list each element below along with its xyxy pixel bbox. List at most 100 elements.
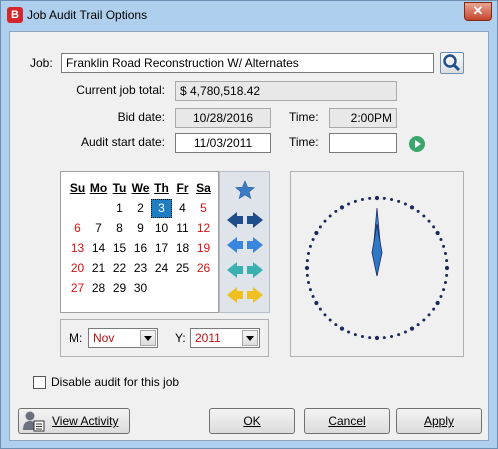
clock-tick (422, 318, 426, 322)
calendar-day[interactable]: 6 (67, 219, 88, 238)
calendar-day[interactable]: 21 (88, 259, 109, 278)
audit-start-date-label: Audit start date: (80, 135, 165, 149)
clock-tick (374, 195, 380, 201)
clock-tick (347, 330, 351, 334)
clock-tick (307, 281, 311, 285)
dialog-body: Job: Franklin Road Reconstruction W/ Alt… (9, 31, 489, 441)
clock-tick (304, 265, 310, 271)
year-label: Y: (175, 331, 186, 345)
clock-panel (290, 171, 464, 357)
calendar-day[interactable]: 24 (151, 259, 172, 278)
calendar-day[interactable]: 11 (172, 219, 193, 238)
calendar-day[interactable]: 25 (172, 259, 193, 278)
year-select[interactable]: 2011 (190, 328, 260, 348)
clock-tick (323, 313, 327, 317)
weekday-header: Th (154, 181, 169, 195)
calendar-day[interactable]: 1 (109, 199, 130, 218)
clock-tick (416, 209, 420, 213)
double-arrow-yellow-icon[interactable] (226, 286, 264, 304)
disable-audit-label: Disable audit for this job (51, 375, 180, 389)
dialog-window: B Job Audit Trail Options ✕ Job: Frankli… (0, 0, 498, 449)
audit-start-date-field[interactable]: 11/03/2011 (175, 133, 271, 153)
weekday-header: Mo (89, 181, 108, 195)
clock-face[interactable] (291, 172, 463, 356)
cancel-label: Cancel (328, 414, 366, 428)
calendar-day[interactable]: 3 (151, 199, 172, 218)
double-arrow-blue-icon[interactable] (226, 236, 264, 254)
calendar-day[interactable]: 4 (172, 199, 193, 218)
clock-tick (397, 333, 401, 337)
calendar-day[interactable]: 13 (67, 239, 88, 258)
clock-tick (339, 205, 345, 210)
clock-tick (308, 244, 312, 248)
clock-tick (445, 273, 449, 277)
calendar-day[interactable]: 19 (193, 239, 214, 258)
clock-tick (307, 251, 311, 255)
clock-tick (311, 294, 315, 298)
clock-tick (368, 336, 372, 340)
bid-time-label: Time: (289, 110, 319, 124)
close-button[interactable]: ✕ (464, 2, 492, 21)
calendar-day[interactable]: 12 (193, 219, 214, 238)
calendar-day[interactable]: 8 (109, 219, 130, 238)
calendar-day[interactable]: 9 (130, 219, 151, 238)
weekday-header: We (131, 181, 150, 195)
calendar-day[interactable]: 18 (172, 239, 193, 258)
magnifier-icon (443, 54, 461, 72)
view-activity-button[interactable]: View Activity (18, 408, 130, 434)
clock-tick (442, 288, 446, 292)
clock-tick (397, 199, 401, 203)
calendar-day[interactable]: 10 (151, 219, 172, 238)
calendar-day[interactable]: 26 (193, 259, 214, 278)
title-bar[interactable]: B Job Audit Trail Options ✕ (1, 1, 497, 31)
calendar-day[interactable]: 30 (130, 279, 151, 298)
job-field[interactable]: Franklin Road Reconstruction W/ Alternat… (61, 53, 434, 73)
double-arrow-teal-icon[interactable] (226, 261, 264, 279)
cancel-button[interactable]: Cancel (304, 408, 390, 434)
calendar-day[interactable]: 14 (88, 239, 109, 258)
month-select[interactable]: Nov (88, 328, 158, 348)
job-search-button[interactable] (440, 52, 464, 74)
calendar-day[interactable]: 15 (109, 239, 130, 258)
calendar-day[interactable]: 16 (130, 239, 151, 258)
month-year-panel: M: Nov Y: 2011 (60, 319, 269, 357)
chevron-down-icon[interactable] (242, 330, 258, 346)
clock-tick (318, 225, 322, 229)
job-label: Job: (30, 56, 53, 70)
clock-tick (435, 230, 440, 236)
clock-tick (314, 300, 319, 306)
calendar-day[interactable]: 5 (193, 199, 214, 218)
calendar-day[interactable]: 27 (67, 279, 88, 298)
calendar-day[interactable]: 2 (130, 199, 151, 218)
clock-tick (445, 259, 449, 263)
clock-tick (318, 307, 322, 311)
calendar-day[interactable]: 29 (109, 279, 130, 298)
clock-tick (403, 330, 407, 334)
calendar-day[interactable]: 20 (67, 259, 88, 278)
calendar-day[interactable]: 17 (151, 239, 172, 258)
clock-tick (409, 205, 415, 210)
ok-button[interactable]: OK (209, 408, 295, 434)
double-arrow-navy-icon[interactable] (226, 211, 264, 229)
play-icon[interactable] (409, 136, 425, 152)
clock-tick (427, 219, 431, 223)
clock-tick (432, 307, 436, 311)
user-activity-icon (23, 411, 45, 432)
disable-audit-checkbox[interactable] (33, 376, 46, 389)
clock-tick (374, 335, 380, 341)
clock-tick (442, 244, 446, 248)
calendar-day[interactable]: 7 (88, 219, 109, 238)
calendar-day[interactable]: 23 (130, 259, 151, 278)
apply-button[interactable]: Apply (396, 408, 482, 434)
clock-tick (353, 199, 357, 203)
clock-tick (311, 238, 315, 242)
weekday-header: Sa (196, 181, 211, 195)
calendar-day[interactable]: 22 (109, 259, 130, 278)
clock-tick (382, 336, 386, 340)
audit-start-time-field[interactable] (329, 133, 397, 153)
star-icon[interactable] (235, 180, 255, 200)
clock-tick (368, 196, 372, 200)
month-select-value: Nov (93, 331, 115, 345)
calendar-day[interactable]: 28 (88, 279, 109, 298)
chevron-down-icon[interactable] (140, 330, 156, 346)
